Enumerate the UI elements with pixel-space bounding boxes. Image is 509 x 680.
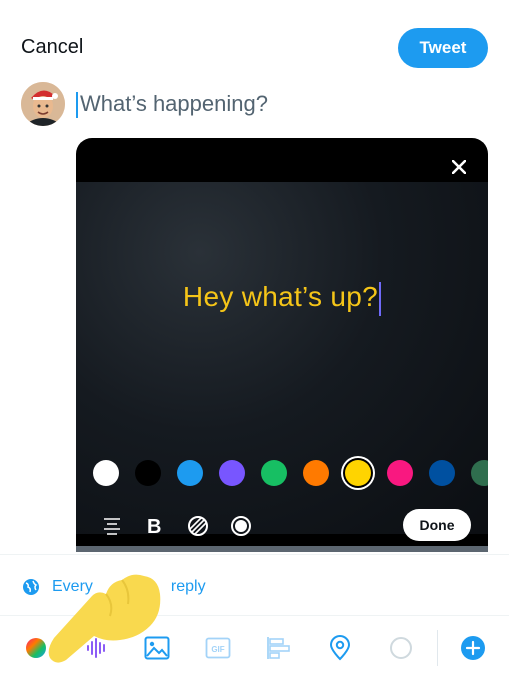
card-text[interactable]: Hey what’s up? <box>76 281 488 316</box>
color-swatch[interactable] <box>345 460 371 486</box>
location-icon <box>329 635 351 661</box>
toolbar-separator <box>437 630 438 666</box>
text-card-editor: Hey what’s up? B Done <box>76 138 488 552</box>
fill-style-button[interactable] <box>229 514 253 538</box>
globe-icon <box>23 579 39 595</box>
svg-text:B: B <box>147 516 161 536</box>
divider <box>0 554 509 555</box>
text-caret <box>76 92 78 118</box>
ring-fill-icon <box>231 516 251 536</box>
add-poll-button[interactable] <box>266 635 292 661</box>
compose-input[interactable]: What’s happening? <box>80 91 268 117</box>
add-thread-button[interactable] <box>460 635 486 661</box>
background-style-button[interactable] <box>186 514 210 538</box>
color-swatch[interactable] <box>135 460 161 486</box>
close-icon <box>452 160 466 174</box>
done-button[interactable]: Done <box>403 509 471 541</box>
tweet-button[interactable]: Tweet <box>398 28 488 68</box>
color-swatch[interactable] <box>177 460 203 486</box>
poll-icon <box>267 637 290 659</box>
bold-icon: B <box>147 516 161 536</box>
color-swatch[interactable] <box>387 460 413 486</box>
char-count-ring-icon <box>390 637 412 659</box>
align-text-button[interactable] <box>100 514 124 538</box>
gif-icon: GIF <box>205 637 231 659</box>
avatar[interactable] <box>21 82 65 126</box>
color-swatch[interactable] <box>261 460 287 486</box>
color-swatch[interactable] <box>429 460 455 486</box>
character-count <box>388 635 414 661</box>
svg-text:GIF: GIF <box>211 645 224 654</box>
pointing-hand-icon <box>48 574 161 663</box>
add-gif-button[interactable]: GIF <box>205 635 231 661</box>
add-location-button[interactable] <box>327 635 353 661</box>
align-center-icon <box>104 518 120 535</box>
card-text-content: Hey what’s up? <box>182 281 379 312</box>
avatar-image <box>21 82 65 126</box>
color-swatch[interactable] <box>93 460 119 486</box>
reply-setting-label-end: reply <box>170 578 206 595</box>
add-icon <box>461 636 485 660</box>
card-text-caret <box>379 281 382 316</box>
color-swatch[interactable] <box>303 460 329 486</box>
cancel-button[interactable]: Cancel <box>21 36 83 59</box>
card-scroll-indicator <box>76 546 488 552</box>
close-card-button[interactable] <box>444 152 474 182</box>
bold-button[interactable]: B <box>142 514 166 538</box>
striped-circle-icon <box>188 516 208 536</box>
color-swatch[interactable] <box>219 460 245 486</box>
